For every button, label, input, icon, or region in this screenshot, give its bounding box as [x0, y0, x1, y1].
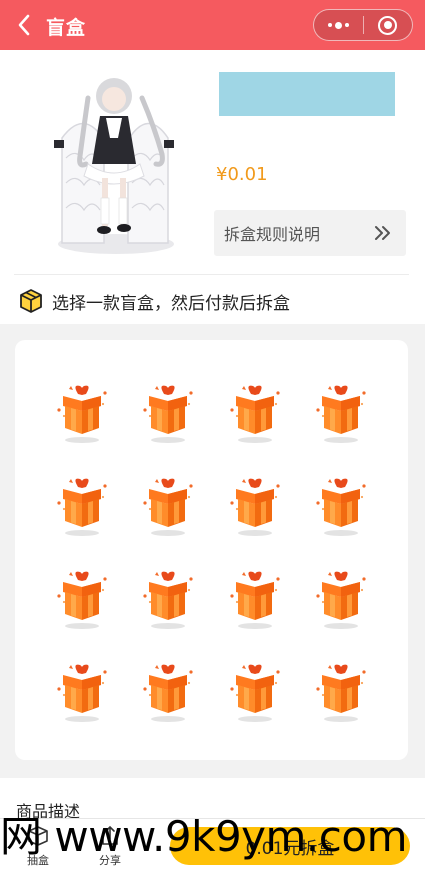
hint-text: 选择一款盲盒，然后付款后拆盒: [52, 293, 290, 314]
blind-box-item-3[interactable]: [212, 366, 298, 459]
blind-box-item-10[interactable]: [125, 552, 211, 645]
blind-box-item-6[interactable]: [125, 459, 211, 552]
blind-box-grid: [39, 366, 384, 738]
watermark-text: 网 www.9k9ym.com: [0, 811, 407, 861]
gift-box-icon: [316, 571, 366, 629]
blind-box-item-9[interactable]: [39, 552, 125, 645]
gift-box-icon: [57, 571, 107, 629]
blind-box-item-12[interactable]: [298, 552, 384, 645]
blind-box-item-2[interactable]: [125, 366, 211, 459]
blind-box-item-14[interactable]: [125, 645, 211, 738]
product-price: ¥0.01: [216, 164, 268, 185]
package-box-icon: [20, 289, 42, 313]
blind-box-item-8[interactable]: [298, 459, 384, 552]
more-dots-icon: [327, 21, 349, 29]
page-title: 盲盒: [46, 17, 87, 39]
back-button[interactable]: [12, 12, 36, 38]
blind-box-item-1[interactable]: [39, 366, 125, 459]
close-mini-program-button[interactable]: [364, 10, 413, 40]
gift-box-icon: [230, 385, 280, 443]
gift-box-icon: [143, 478, 193, 536]
blind-box-item-16[interactable]: [298, 645, 384, 738]
redaction-overlay: [219, 72, 395, 116]
blind-box-item-4[interactable]: [298, 366, 384, 459]
mini-program-capsule: [313, 9, 413, 41]
rules-label: 拆盒规则说明: [224, 225, 321, 244]
unboxing-rules-button[interactable]: 拆盒规则说明: [214, 210, 406, 256]
blind-box-item-13[interactable]: [39, 645, 125, 738]
blind-box-grid-card: [15, 340, 408, 760]
product-section: ¥0.01 拆盒规则说明 选择一款盲盒，然后付款后拆盒: [0, 50, 425, 324]
target-circle-icon: [378, 15, 398, 35]
more-menu-button[interactable]: [314, 10, 363, 40]
gift-box-icon: [316, 478, 366, 536]
gift-box-icon: [143, 571, 193, 629]
chevron-left-icon: [18, 14, 30, 36]
blind-box-item-5[interactable]: [39, 459, 125, 552]
blind-box-item-7[interactable]: [212, 459, 298, 552]
gift-box-icon: [143, 385, 193, 443]
gift-box-icon: [316, 664, 366, 722]
gift-box-icon: [230, 664, 280, 722]
blind-box-item-11[interactable]: [212, 552, 298, 645]
gift-box-icon: [143, 664, 193, 722]
gift-box-icon: [230, 478, 280, 536]
selection-hint: 选择一款盲盒，然后付款后拆盒: [18, 288, 290, 314]
gift-box-icon: [230, 571, 280, 629]
double-chevron-right-icon: [375, 226, 390, 240]
gift-box-icon: [57, 478, 107, 536]
gift-box-icon: [316, 385, 366, 443]
gift-box-icon: [57, 664, 107, 722]
section-divider: [14, 274, 409, 275]
top-navigation-bar: 盲盒: [0, 0, 425, 50]
product-figure-image: [54, 78, 174, 254]
gift-box-icon: [57, 385, 107, 443]
blind-box-item-15[interactable]: [212, 645, 298, 738]
